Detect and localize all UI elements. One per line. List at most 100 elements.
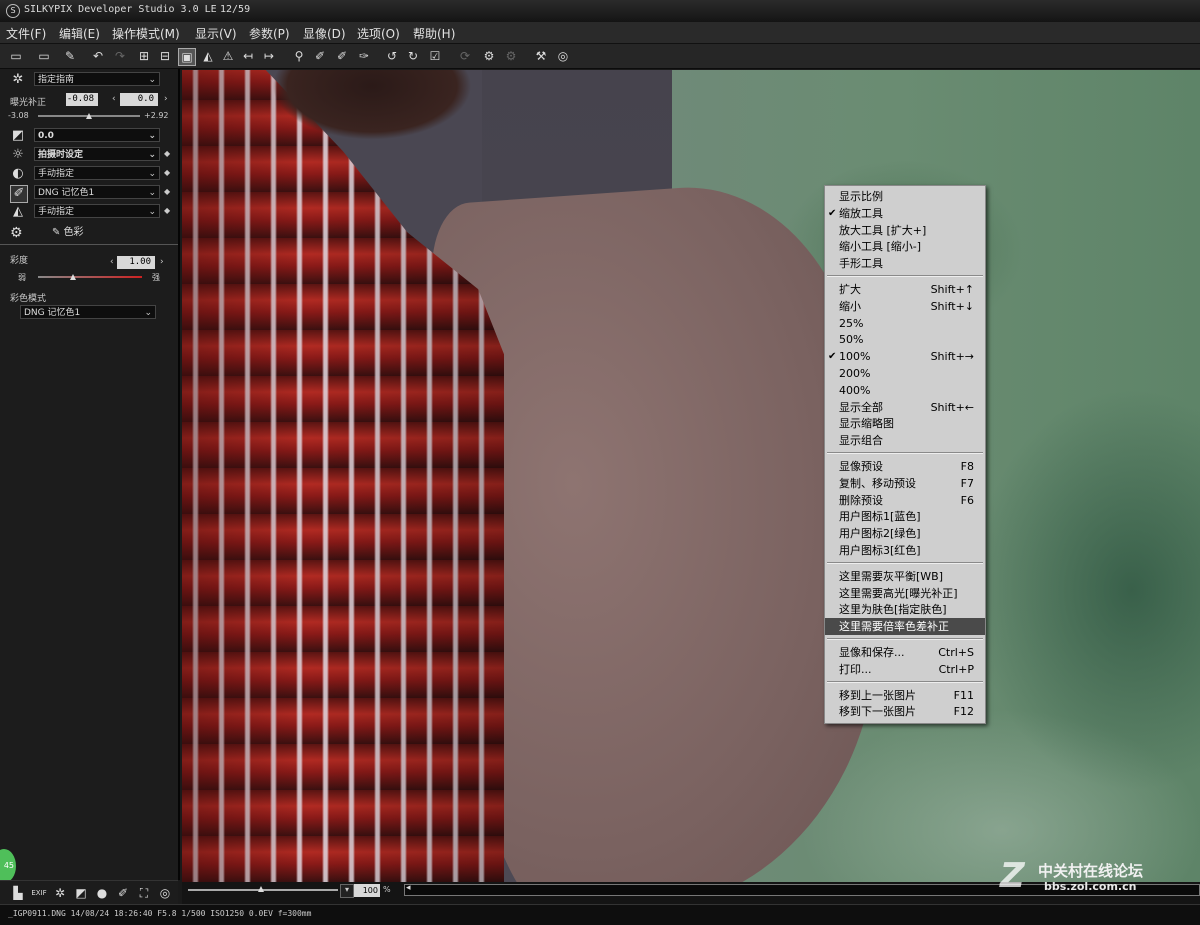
zoom-icon[interactable]: ⚲ bbox=[291, 48, 307, 64]
lens-icon[interactable]: ◎ bbox=[157, 885, 173, 901]
rotate-right-icon[interactable]: ↻ bbox=[405, 48, 421, 64]
context-menu-item[interactable]: 手形工具 bbox=[825, 255, 985, 272]
redo-icon[interactable]: ↷ bbox=[112, 48, 128, 64]
context-menu-item[interactable]: 放大工具 [扩大+] bbox=[825, 222, 985, 239]
chevron-right-icon[interactable]: › bbox=[164, 94, 168, 104]
tone-curve-icon[interactable]: ◩ bbox=[73, 885, 89, 901]
sharpen-icon[interactable]: ◭ bbox=[200, 48, 216, 64]
exposure-input-2[interactable]: 0.0 bbox=[120, 93, 158, 106]
menu-options[interactable]: 选项(O) bbox=[357, 25, 400, 42]
diamond-icon[interactable]: ◆ bbox=[164, 168, 170, 177]
exif-icon[interactable]: EXIF bbox=[31, 885, 47, 901]
pipette-wb-icon[interactable]: ✐ bbox=[312, 48, 328, 64]
tone-dropdown[interactable]: 0.0 ⌄ bbox=[34, 128, 160, 142]
chevron-right-icon[interactable]: › bbox=[160, 257, 164, 267]
sharpness-icon[interactable]: ◭ bbox=[10, 204, 26, 220]
chevron-left-icon[interactable]: ‹ bbox=[110, 257, 114, 267]
context-menu-item[interactable]: 打印... Ctrl+P bbox=[825, 661, 985, 678]
chevron-down-icon[interactable]: ▾ bbox=[340, 884, 354, 898]
tab-color[interactable]: ✎ 色彩 bbox=[52, 222, 84, 244]
image-preview[interactable] bbox=[182, 70, 1200, 882]
context-menu-item[interactable]: 这里需要高光[曝光补正] bbox=[825, 585, 985, 602]
context-menu-item[interactable]: 显示比例 bbox=[825, 188, 985, 205]
pipette-icon[interactable]: ✐ bbox=[10, 185, 28, 203]
menu-edit[interactable]: 编辑(E) bbox=[59, 25, 100, 42]
context-menu-item[interactable]: 400% bbox=[825, 382, 985, 399]
wb-dropdown[interactable]: 拍摄时设定 ⌄ bbox=[34, 147, 160, 161]
grid-view-icon[interactable]: ⊞ bbox=[136, 48, 152, 64]
next-arrow-icon[interactable]: ↦ bbox=[261, 48, 277, 64]
pipette-icon[interactable]: ✐ bbox=[115, 885, 131, 901]
warning-icon[interactable]: ⚠ bbox=[220, 48, 236, 64]
contrast-icon[interactable]: ◐ bbox=[10, 166, 26, 182]
factory-icon[interactable]: ▙ bbox=[10, 885, 26, 901]
context-menu-item[interactable]: 显像和保存... Ctrl+S bbox=[825, 644, 985, 661]
context-menu-item[interactable]: 缩小工具 [缩小-] bbox=[825, 238, 985, 255]
check-icon[interactable]: ☑ bbox=[427, 48, 443, 64]
refresh-icon[interactable]: ⟳ bbox=[457, 48, 473, 64]
context-menu-item[interactable]: 50% bbox=[825, 331, 985, 348]
color-mode-dropdown[interactable]: DNG 记忆色1 ⌄ bbox=[20, 305, 156, 319]
taste-dropdown[interactable]: 指定指南 ⌄ bbox=[34, 72, 160, 86]
develop-all-icon[interactable]: ⚙ bbox=[503, 48, 519, 64]
menu-file[interactable]: 文件(F) bbox=[6, 25, 46, 42]
context-menu-item[interactable]: 这里为肤色[指定肤色] bbox=[825, 601, 985, 618]
develop-icon[interactable]: ⚙ bbox=[481, 48, 497, 64]
hammer-icon[interactable]: ⚒ bbox=[533, 48, 549, 64]
saturation-slider-track[interactable] bbox=[38, 276, 142, 278]
diamond-icon[interactable]: ◆ bbox=[164, 206, 170, 215]
context-menu-item[interactable]: 复制、移动预设 F7 bbox=[825, 475, 985, 492]
context-menu-item[interactable]: 这里需要倍率色差补正 bbox=[825, 618, 985, 636]
sphere-icon[interactable]: ● bbox=[94, 885, 110, 901]
pipette-skin-icon[interactable]: ✑ bbox=[356, 48, 372, 64]
context-menu-item[interactable]: 这里需要灰平衡[WB] bbox=[825, 568, 985, 585]
color-dropdown[interactable]: DNG 记忆色1 ⌄ bbox=[34, 185, 160, 199]
menu-operation-mode[interactable]: 操作模式(M) bbox=[112, 25, 180, 42]
menu-parameters[interactable]: 参数(P) bbox=[249, 25, 290, 42]
context-menu-item[interactable]: 移到下一张图片 F12 bbox=[825, 703, 985, 720]
context-menu-item[interactable]: 200% bbox=[825, 365, 985, 382]
split-view-icon[interactable]: ⊟ bbox=[157, 48, 173, 64]
contrast-dropdown[interactable]: 手动指定 ⌄ bbox=[34, 166, 160, 180]
context-menu-item[interactable]: 删除预设 F6 bbox=[825, 492, 985, 509]
pipette-gray-icon[interactable]: ✐ bbox=[334, 48, 350, 64]
sun-gear-icon[interactable]: ✲ bbox=[52, 885, 68, 901]
context-menu-item[interactable]: 显示组合 bbox=[825, 432, 985, 449]
exposure-slider-knob[interactable] bbox=[86, 113, 92, 119]
context-menu-item[interactable]: 显示全部 Shift+← bbox=[825, 399, 985, 416]
tone-curve-icon[interactable]: ◩ bbox=[10, 128, 26, 144]
crop-icon[interactable]: ⛶ bbox=[136, 885, 152, 901]
sun-gear-icon[interactable]: ✲ bbox=[10, 72, 26, 88]
zoom-slider-knob[interactable] bbox=[258, 886, 264, 892]
context-menu-item[interactable]: 用户图标1[蓝色] bbox=[825, 508, 985, 525]
stamp-icon[interactable]: ✎ bbox=[62, 48, 78, 64]
open-folder-2-icon[interactable]: ▭ bbox=[36, 48, 52, 64]
prev-arrow-icon[interactable]: ↤ bbox=[240, 48, 256, 64]
context-menu-item[interactable]: 用户图标3[红色] bbox=[825, 542, 985, 559]
gears-icon[interactable]: ⚙ bbox=[10, 222, 23, 244]
context-menu-item[interactable]: 移到上一张图片 F11 bbox=[825, 687, 985, 704]
open-folder-icon[interactable]: ▭ bbox=[8, 48, 24, 64]
undo-icon[interactable]: ↶ bbox=[90, 48, 106, 64]
context-menu-item[interactable]: ✔ 100% Shift+→ bbox=[825, 348, 985, 365]
context-menu-item[interactable]: ✔ 缩放工具 bbox=[825, 205, 985, 222]
saturation-slider-knob[interactable] bbox=[70, 274, 76, 280]
saturation-input[interactable]: 1.00 bbox=[117, 256, 155, 269]
menu-develop[interactable]: 显像(D) bbox=[303, 25, 346, 42]
context-menu-item[interactable]: 扩大 Shift+↑ bbox=[825, 281, 985, 298]
context-menu-item[interactable]: 用户图标2[绿色] bbox=[825, 525, 985, 542]
target-icon[interactable]: ◎ bbox=[555, 48, 571, 64]
context-menu-item[interactable]: 显像预设 F8 bbox=[825, 458, 985, 475]
sun-icon[interactable]: ☼ bbox=[10, 147, 26, 163]
context-menu-item[interactable]: 25% bbox=[825, 315, 985, 332]
chevron-left-icon[interactable]: ‹ bbox=[112, 94, 116, 104]
context-menu-item[interactable]: 显示缩略图 bbox=[825, 415, 985, 432]
rotate-left-icon[interactable]: ↺ bbox=[384, 48, 400, 64]
diamond-icon[interactable]: ◆ bbox=[164, 149, 170, 158]
context-menu-item[interactable]: 缩小 Shift+↓ bbox=[825, 298, 985, 315]
scroll-left-icon[interactable]: ◂ bbox=[406, 883, 411, 893]
menu-view[interactable]: 显示(V) bbox=[195, 25, 237, 42]
exposure-input[interactable]: -0.08 bbox=[66, 93, 98, 106]
menu-help[interactable]: 帮助(H) bbox=[413, 25, 455, 42]
single-view-icon[interactable]: ▣ bbox=[178, 48, 196, 66]
